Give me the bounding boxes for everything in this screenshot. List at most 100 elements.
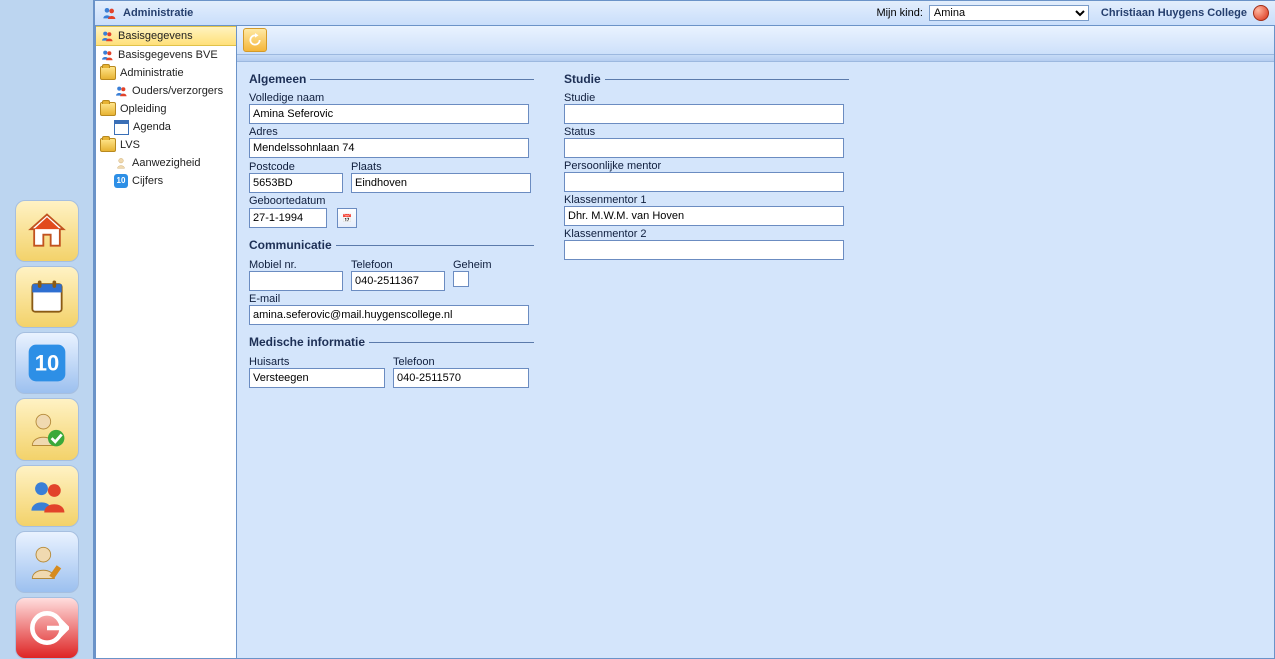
input-plaats[interactable]: [351, 173, 531, 193]
dock-agenda[interactable]: [15, 266, 79, 328]
users-icon: [25, 474, 69, 518]
label-mentor: Persoonlijke mentor: [564, 160, 849, 172]
dock-grades[interactable]: 10: [15, 332, 79, 394]
sidebar-item-label: Administratie: [120, 67, 184, 79]
toolbar: [237, 26, 1274, 55]
dock-users[interactable]: [15, 465, 79, 527]
label-huisarts: Huisarts: [249, 356, 385, 368]
refresh-button[interactable]: [243, 28, 267, 52]
sidebar-item-label: LVS: [120, 139, 140, 151]
form-right-column: Studie Studie Status Persoonlijke mentor…: [564, 72, 849, 270]
label-plaats: Plaats: [351, 161, 534, 173]
logout-icon: [25, 606, 69, 650]
dock-home[interactable]: [15, 200, 79, 262]
legend-studie: Studie: [564, 72, 605, 86]
checkbox-geheim[interactable]: [453, 271, 469, 287]
close-icon[interactable]: [1253, 5, 1269, 21]
calendar-icon: [25, 275, 69, 319]
fieldset-communicatie: Communicatie Mobiel nr. Telefoon: [249, 238, 534, 325]
input-geboortedatum[interactable]: [249, 208, 327, 228]
fieldset-medisch: Medische informatie Huisarts Telefoon: [249, 335, 534, 388]
main-panel: Administratie Mijn kind: Amina Christiaa…: [93, 0, 1275, 659]
sidebar-item-label: Ouders/verzorgers: [132, 85, 223, 97]
page-title: Administratie: [123, 7, 193, 19]
label-postcode: Postcode: [249, 161, 343, 173]
label-geheim: Geheim: [453, 259, 492, 271]
legend-algemeen: Algemeen: [249, 72, 310, 86]
users-icon: [100, 29, 114, 43]
titlebar: Administratie Mijn kind: Amina Christiaa…: [95, 0, 1275, 26]
input-huisarts[interactable]: [249, 368, 385, 388]
folder-icon: [100, 66, 116, 80]
sidebar: Basisgegevens Basisgegevens BVE Administ…: [95, 26, 237, 659]
person-edit-icon: [25, 540, 69, 584]
label-naam: Volledige naam: [249, 92, 534, 104]
sidebar-item-aanwezigheid[interactable]: Aanwezigheid: [96, 154, 236, 172]
input-postcode[interactable]: [249, 173, 343, 193]
dock-logout[interactable]: [15, 597, 79, 659]
input-status[interactable]: [564, 138, 844, 158]
sidebar-item-label: Cijfers: [132, 175, 163, 187]
label-mobiel: Mobiel nr.: [249, 259, 343, 271]
sidebar-item-lvs[interactable]: LVS: [96, 136, 236, 154]
school-name: Christiaan Huygens College: [1101, 7, 1247, 19]
calendar-icon: 📅: [342, 215, 352, 222]
sidebar-item-label: Agenda: [133, 121, 171, 133]
sidebar-item-label: Aanwezigheid: [132, 157, 201, 169]
sidebar-item-ouders[interactable]: Ouders/verzorgers: [96, 82, 236, 100]
sidebar-item-basisgegevens[interactable]: Basisgegevens: [96, 26, 236, 46]
sidebar-item-label: Basisgegevens BVE: [118, 49, 218, 61]
label-studie: Studie: [564, 92, 849, 104]
input-mobiel[interactable]: [249, 271, 343, 291]
form-left-column: Algemeen Volledige naam Adres Postcode: [249, 72, 534, 398]
users-icon: [114, 84, 128, 98]
sidebar-item-label: Basisgegevens: [118, 30, 193, 42]
dock-edit-user[interactable]: [15, 531, 79, 593]
person-check-icon: [25, 407, 69, 451]
folder-icon: [100, 102, 116, 116]
input-km2[interactable]: [564, 240, 844, 260]
label-huisarts-telefoon: Telefoon: [393, 356, 529, 368]
datepicker-button[interactable]: 📅: [337, 208, 357, 228]
ten-icon: 10: [114, 174, 128, 188]
input-mentor[interactable]: [564, 172, 844, 192]
app-root: 10 Administratie Mijn kind: Amina Christ…: [0, 0, 1275, 659]
legend-medisch: Medische informatie: [249, 335, 369, 349]
users-icon: [101, 5, 117, 21]
child-label: Mijn kind:: [876, 7, 922, 19]
sidebar-item-basisgegevens-bve[interactable]: Basisgegevens BVE: [96, 46, 236, 64]
input-email[interactable]: [249, 305, 529, 325]
svg-text:10: 10: [34, 351, 58, 376]
label-telefoon: Telefoon: [351, 259, 445, 271]
sidebar-item-agenda[interactable]: Agenda: [96, 118, 236, 136]
person-icon: [114, 156, 128, 170]
body-split: Basisgegevens Basisgegevens BVE Administ…: [95, 26, 1275, 659]
label-km2: Klassenmentor 2: [564, 228, 849, 240]
dock: 10: [0, 0, 93, 659]
child-select[interactable]: Amina: [929, 5, 1089, 21]
folder-icon: [100, 138, 116, 152]
toolbar-separator: [237, 55, 1274, 62]
users-icon: [100, 48, 114, 62]
label-km1: Klassenmentor 1: [564, 194, 849, 206]
label-status: Status: [564, 126, 849, 138]
input-naam[interactable]: [249, 104, 529, 124]
fieldset-algemeen: Algemeen Volledige naam Adres Postcode: [249, 72, 534, 228]
ten-icon: 10: [25, 341, 69, 385]
sidebar-item-label: Opleiding: [120, 103, 166, 115]
refresh-icon: [248, 33, 262, 47]
label-adres: Adres: [249, 126, 534, 138]
input-adres[interactable]: [249, 138, 529, 158]
input-telefoon[interactable]: [351, 271, 445, 291]
sidebar-item-administratie[interactable]: Administratie: [96, 64, 236, 82]
sidebar-item-cijfers[interactable]: 10 Cijfers: [96, 172, 236, 190]
legend-communicatie: Communicatie: [249, 238, 336, 252]
form-area: Algemeen Volledige naam Adres Postcode: [237, 62, 1274, 658]
input-km1[interactable]: [564, 206, 844, 226]
content: Algemeen Volledige naam Adres Postcode: [237, 26, 1275, 659]
input-studie[interactable]: [564, 104, 844, 124]
home-icon: [25, 209, 69, 253]
sidebar-item-opleiding[interactable]: Opleiding: [96, 100, 236, 118]
input-huisarts-telefoon[interactable]: [393, 368, 529, 388]
dock-attendance[interactable]: [15, 398, 79, 460]
